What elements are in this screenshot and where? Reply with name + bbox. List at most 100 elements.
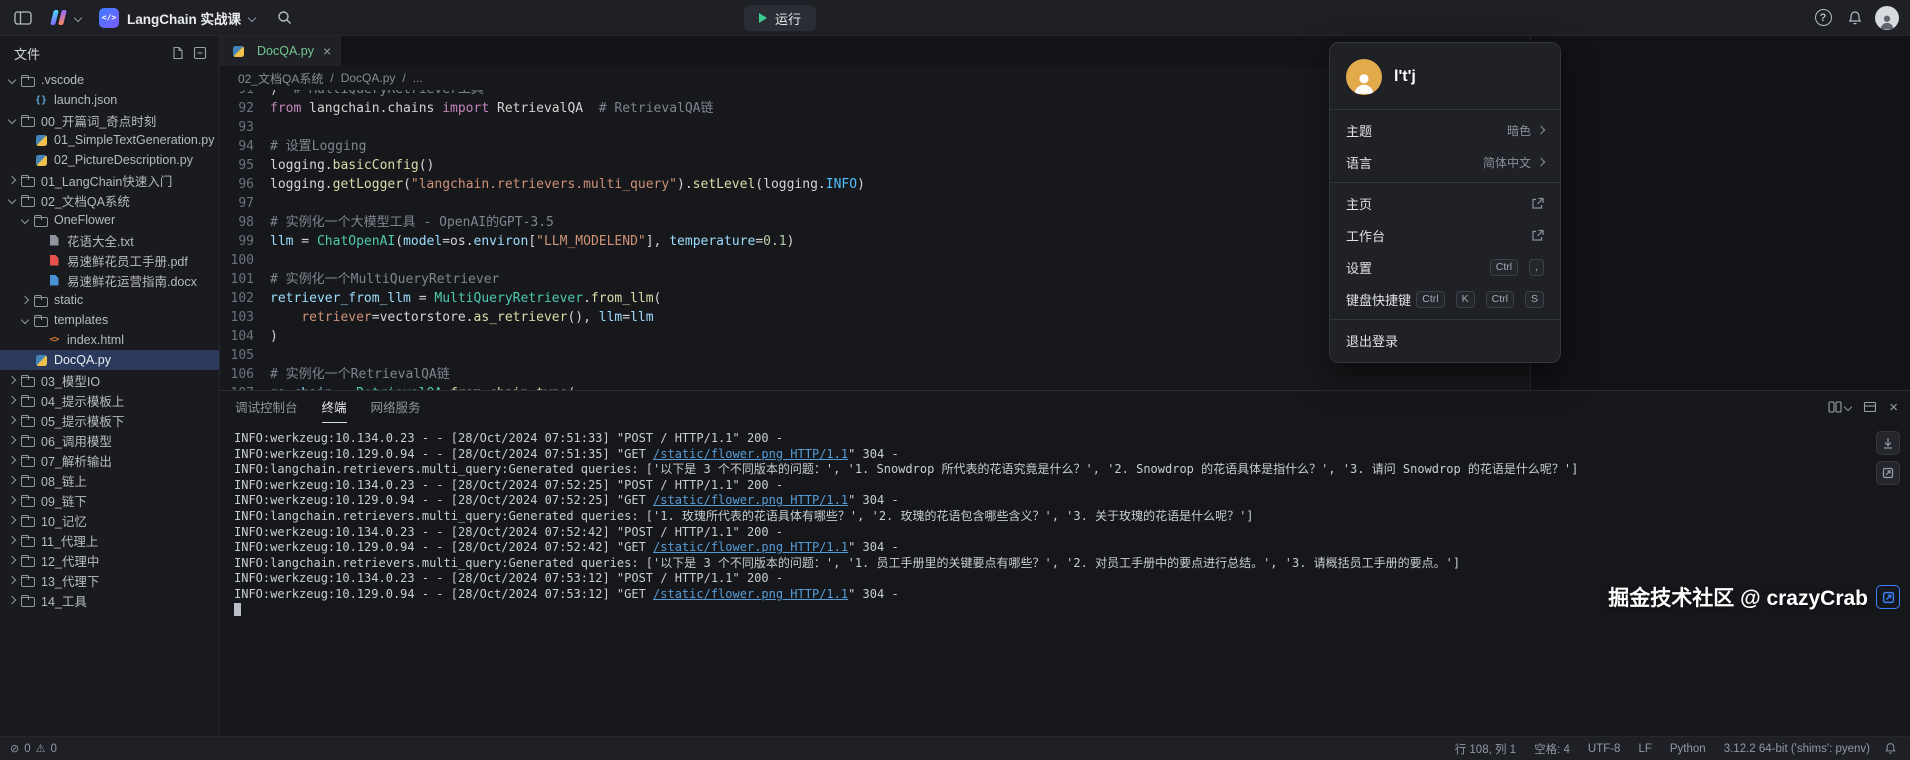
terminal-line: INFO:langchain.retrievers.multi_query:Ge… bbox=[234, 556, 1896, 572]
terminal-scroll-bottom-button[interactable] bbox=[1876, 431, 1900, 455]
chevron-right-icon bbox=[21, 296, 29, 304]
panel-tab-网络服务[interactable]: 网络服务 bbox=[371, 391, 421, 423]
folder-icon bbox=[33, 293, 49, 307]
json-file-icon bbox=[33, 93, 49, 107]
chevron-right-icon bbox=[8, 416, 16, 424]
new-file-icon bbox=[171, 46, 185, 60]
tree-folder-static[interactable]: static bbox=[0, 290, 219, 310]
tree-folder-03_模型IO[interactable]: 03_模型IO bbox=[0, 370, 219, 390]
tree-folder-templates[interactable]: templates bbox=[0, 310, 219, 330]
tree-folder-13_代理下[interactable]: 13_代理下 bbox=[0, 570, 219, 590]
chevron-down-icon bbox=[8, 76, 16, 84]
line-number: 94 bbox=[220, 137, 270, 156]
terminal-link[interactable]: /static/flower.png HTTP/1.1 bbox=[653, 493, 848, 507]
terminal-link[interactable]: /static/flower.png HTTP/1.1 bbox=[653, 587, 848, 601]
help-icon: ? bbox=[1815, 9, 1832, 26]
project-switcher[interactable]: </> LangChain 实战课 bbox=[99, 8, 255, 28]
statusbar-encoding[interactable]: UTF-8 bbox=[1588, 743, 1621, 755]
tree-file-01_SimpleTextGeneration.py[interactable]: 01_SimpleTextGeneration.py bbox=[0, 130, 219, 150]
terminal-open-output-button[interactable] bbox=[1876, 461, 1900, 485]
notifications-button[interactable] bbox=[1842, 5, 1868, 31]
tab-docqa-py[interactable]: DocQA.py × bbox=[220, 36, 341, 66]
chevron-right-icon bbox=[8, 176, 16, 184]
tree-folder-.vscode[interactable]: .vscode bbox=[0, 70, 219, 90]
file-tree[interactable]: .vscodelaunch.json00_开篇词_奇点时刻 01_SimpleTe… bbox=[0, 70, 219, 736]
tree-folder-OneFlower[interactable]: OneFlower bbox=[0, 210, 219, 230]
main-area: DocQA.py × 02_文档QA系统/DocQA.py/... 91) # … bbox=[220, 36, 1910, 736]
tree-file-易速鲜花员工手册.pdf[interactable]: 易速鲜花员工手册.pdf bbox=[0, 250, 219, 270]
tree-item-label: 04_提示模板上 bbox=[41, 391, 124, 410]
terminal-line: INFO:werkzeug:10.129.0.94 - - [28/Oct/20… bbox=[234, 540, 1896, 556]
close-tab-icon[interactable]: × bbox=[323, 44, 331, 58]
breadcrumb-item[interactable]: DocQA.py bbox=[341, 71, 396, 85]
statusbar-language-mode[interactable]: Python bbox=[1670, 743, 1706, 755]
breadcrumb-item[interactable]: 02_文档QA系统 bbox=[238, 70, 323, 87]
panel-tab-调试控制台[interactable]: 调试控制台 bbox=[235, 391, 298, 423]
new-file-button[interactable] bbox=[167, 42, 189, 64]
tree-item-label: 02_文档QA系统 bbox=[41, 191, 130, 210]
tree-folder-06_调用模型[interactable]: 06_调用模型 bbox=[0, 430, 219, 450]
tree-folder-07_解析输出[interactable]: 07_解析输出 bbox=[0, 450, 219, 470]
statusbar-cursor-position[interactable]: 行 108, 列 1 bbox=[1455, 741, 1516, 757]
tree-folder-00_开篇词_奇点时刻[interactable]: 00_开篇词_奇点时刻 bbox=[0, 110, 219, 130]
collapse-all-button[interactable] bbox=[189, 42, 211, 64]
terminal-line: INFO:werkzeug:10.129.0.94 - - [28/Oct/20… bbox=[234, 493, 1896, 509]
menu-item-language[interactable]: 语言 简体中文 bbox=[1330, 146, 1560, 178]
maximize-panel-button[interactable] bbox=[1863, 400, 1877, 414]
split-terminal-button[interactable] bbox=[1828, 400, 1851, 414]
chevron-down-icon bbox=[8, 116, 16, 124]
statusbar-eol[interactable]: LF bbox=[1638, 743, 1651, 755]
panel-header: 调试控制台终端网络服务 × bbox=[220, 391, 1910, 423]
kbd-chip: K bbox=[1456, 291, 1475, 308]
tree-folder-12_代理中[interactable]: 12_代理中 bbox=[0, 550, 219, 570]
chevron-right-icon bbox=[8, 496, 16, 504]
tree-folder-09_链下[interactable]: 09_链下 bbox=[0, 490, 219, 510]
close-panel-button[interactable]: × bbox=[1889, 399, 1898, 416]
tree-folder-05_提示模板下[interactable]: 05_提示模板下 bbox=[0, 410, 219, 430]
menu-item-home[interactable]: 主页 bbox=[1330, 187, 1560, 219]
tree-file-index.html[interactable]: index.html bbox=[0, 330, 219, 350]
statusbar-notifications-button[interactable] bbox=[1880, 739, 1900, 759]
tree-file-02_PictureDescription.py[interactable]: 02_PictureDescription.py bbox=[0, 150, 219, 170]
menu-item-workspace[interactable]: 工作台 bbox=[1330, 219, 1560, 251]
terminal-output[interactable]: INFO:werkzeug:10.134.0.23 - - [28/Oct/20… bbox=[220, 423, 1910, 736]
menu-item-logout[interactable]: 退出登录 bbox=[1330, 324, 1560, 356]
statusbar-python-interpreter[interactable]: 3.12.2 64-bit ('shims': pyenv) bbox=[1724, 743, 1870, 755]
breadcrumb-item[interactable]: ... bbox=[413, 71, 423, 85]
panel-tab-终端[interactable]: 终端 bbox=[322, 391, 347, 423]
terminal-link[interactable]: /static/flower.png HTTP/1.1 bbox=[653, 540, 848, 554]
tree-folder-10_记忆[interactable]: 10_记忆 bbox=[0, 510, 219, 530]
tree-folder-08_链上[interactable]: 08_链上 bbox=[0, 470, 219, 490]
statusbar-indent-setting[interactable]: 空格: 4 bbox=[1534, 741, 1570, 757]
search-button[interactable] bbox=[271, 5, 297, 31]
project-icon: </> bbox=[99, 8, 119, 28]
user-avatar-button[interactable] bbox=[1874, 5, 1900, 31]
tree-folder-04_提示模板上[interactable]: 04_提示模板上 bbox=[0, 390, 219, 410]
line-number: 101 bbox=[220, 270, 270, 289]
help-button[interactable]: ? bbox=[1810, 5, 1836, 31]
tree-file-易速鲜花运营指南.docx[interactable]: 易速鲜花运营指南.docx bbox=[0, 270, 219, 290]
tree-folder-11_代理上[interactable]: 11_代理上 bbox=[0, 530, 219, 550]
open-in-new-window-button[interactable] bbox=[1876, 585, 1900, 609]
problems-indicator[interactable]: ⊘ 0 ⚠ 0 bbox=[10, 742, 57, 755]
run-button[interactable]: 运行 bbox=[744, 5, 816, 31]
toggle-sidebar-button[interactable] bbox=[10, 5, 36, 31]
popout-icon bbox=[1882, 591, 1895, 604]
tree-folder-14_工具[interactable]: 14_工具 bbox=[0, 590, 219, 610]
menu-item-shortcuts[interactable]: 键盘快捷键 CtrlKCtrlS bbox=[1330, 283, 1560, 315]
tree-folder-01_LangChain快速入门[interactable]: 01_LangChain快速入门 bbox=[0, 170, 219, 190]
tree-file-花语大全.txt[interactable]: 花语大全.txt bbox=[0, 230, 219, 250]
avatar bbox=[1346, 59, 1382, 95]
chevron-right-icon bbox=[8, 596, 16, 604]
chevron-down-icon[interactable] bbox=[74, 13, 82, 21]
line-number: 106 bbox=[220, 365, 270, 384]
avatar bbox=[1875, 6, 1899, 30]
terminal-link[interactable]: /static/flower.png HTTP/1.1 bbox=[653, 447, 848, 461]
tree-item-label: 01_SimpleTextGeneration.py bbox=[54, 133, 215, 147]
tree-file-launch.json[interactable]: launch.json bbox=[0, 90, 219, 110]
marscode-logo[interactable] bbox=[50, 10, 67, 25]
menu-item-settings[interactable]: 设置 Ctrl, bbox=[1330, 251, 1560, 283]
tree-folder-02_文档QA系统[interactable]: 02_文档QA系统 bbox=[0, 190, 219, 210]
menu-item-theme[interactable]: 主题 暗色 bbox=[1330, 114, 1560, 146]
tree-file-DocQA.py[interactable]: DocQA.py bbox=[0, 350, 219, 370]
